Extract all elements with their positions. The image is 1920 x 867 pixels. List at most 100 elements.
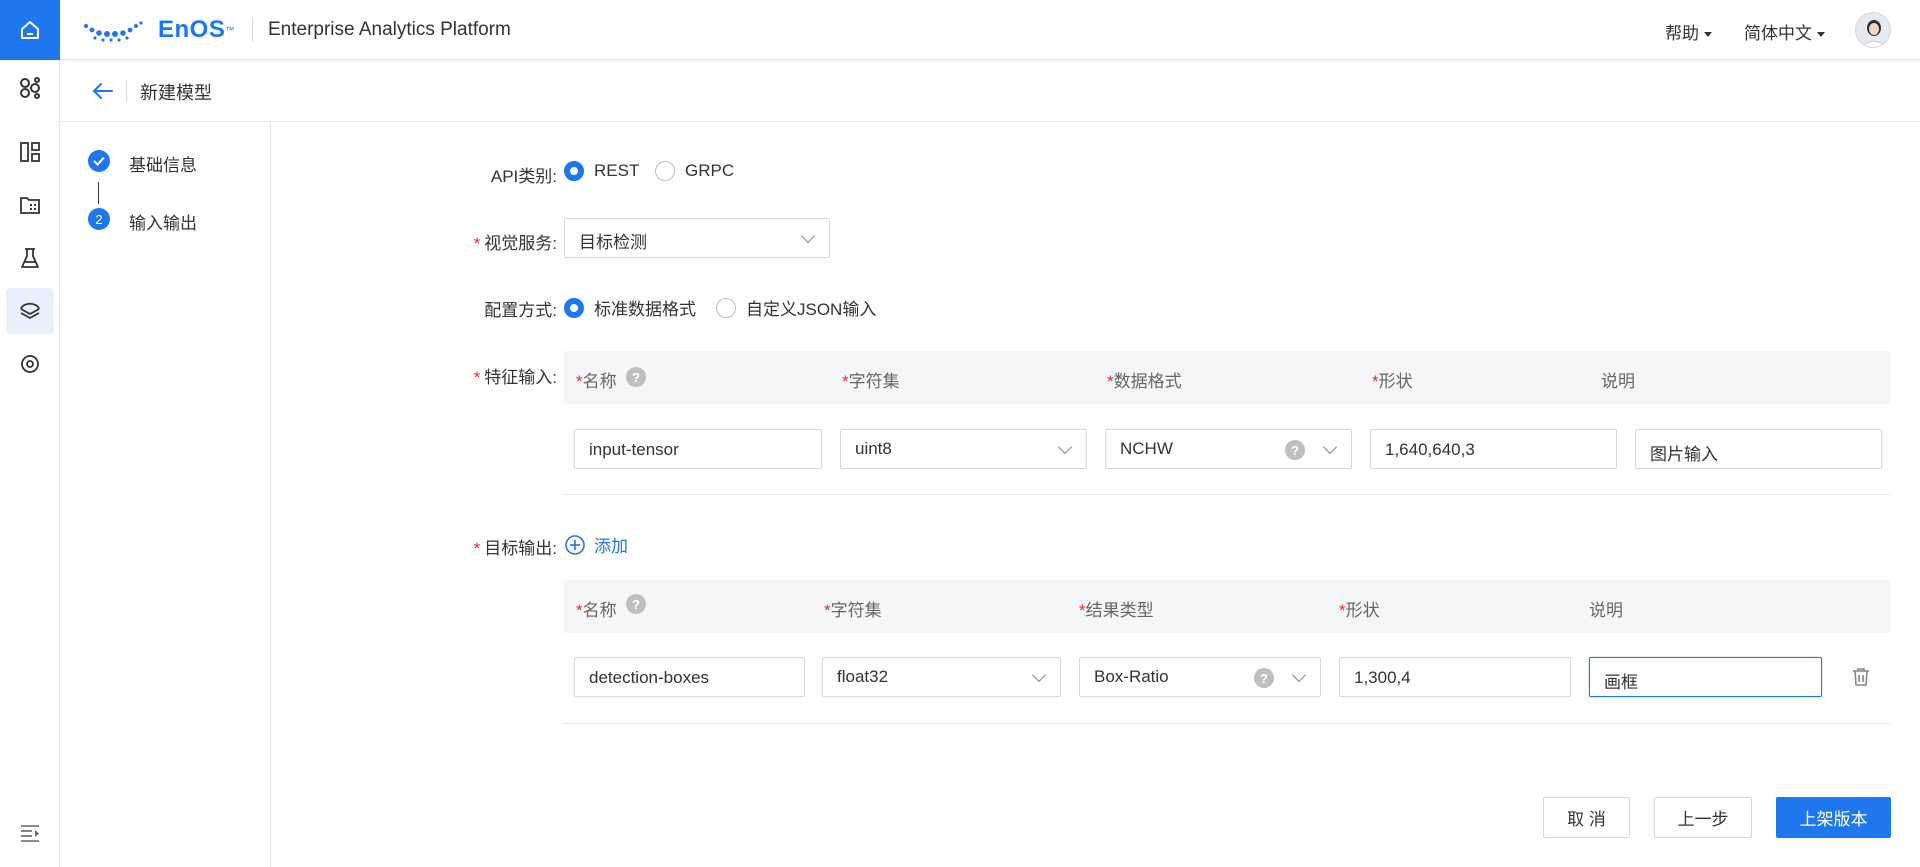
chevron-down-icon [1291,667,1307,683]
check-icon [93,156,105,166]
sidebar-item-dashboard[interactable] [6,129,54,175]
required-mark: * [1107,372,1114,391]
app-root: EnOS ™ Enterprise Analytics Platform 帮助 简… [0,0,1920,867]
trash-icon [1853,668,1869,686]
column-header-result-type: *结果类型 [1079,596,1154,621]
caret-down-icon [1817,32,1825,38]
column-header-charset: *字符集 [824,596,882,621]
left-sidebar [0,60,60,867]
required-mark: * [1372,372,1379,391]
column-header-description: 说明 [1601,372,1635,391]
config-mode-standard-radio[interactable]: 标准数据格式 [564,295,696,320]
feature-input-description-field[interactable]: 图片输入 [1635,429,1882,469]
required-mark: * [576,372,583,391]
radio-checked-icon [564,161,584,181]
column-header-charset-text: 字符集 [848,372,900,391]
api-type-rest-radio[interactable]: REST [564,161,639,181]
column-header-name: *名称 [576,596,617,621]
column-header-charset-text: 字符集 [830,601,882,620]
add-output-button[interactable]: 添加 [564,532,628,557]
question-help-icon[interactable]: ? [626,367,646,387]
column-header-name: *名称 [576,367,617,392]
sidebar-item-lab[interactable] [6,235,54,281]
top-header: EnOS ™ Enterprise Analytics Platform 帮助 简… [0,0,1920,60]
feature-input-shape-field[interactable]: 1,640,640,3 [1370,429,1617,469]
steps-panel: 基础信息 2 输入输出 [60,122,271,867]
feature-input-label-text: 特征输入: [484,368,557,387]
chevron-down-icon [1322,439,1338,455]
step-1-label[interactable]: 基础信息 [129,151,197,176]
language-menu[interactable]: 简体中文 [1744,19,1825,44]
feature-input-format-select[interactable]: NCHW ? [1105,429,1352,469]
vision-service-label-text: 视觉服务: [484,234,557,253]
required-mark: * [473,539,481,558]
target-output-name-field[interactable]: detection-boxes [574,657,805,697]
sidebar-item-model-hub[interactable] [6,65,54,111]
required-mark: * [1339,601,1346,620]
sidebar-collapse-button[interactable] [6,810,54,856]
back-button[interactable] [90,78,116,104]
caret-down-icon [1704,32,1712,38]
page-title: 新建模型 [140,83,212,103]
table-row-divider [564,723,1891,724]
step-2-label: 输入输出 [129,214,197,233]
target-output-table-header: *名称 ? *字符集 *结果类型 *形状 说明 [564,580,1891,633]
step-connector [98,182,99,204]
column-header-shape: *形状 [1372,367,1413,392]
home-icon [21,21,39,39]
user-avatar[interactable] [1855,12,1891,48]
vision-service-value: 目标检测 [579,233,647,252]
cancel-button[interactable]: 取 消 [1543,797,1630,838]
collapse-menu-icon [21,825,39,842]
api-type-label: API类别: [490,167,557,186]
feature-input-name-field[interactable]: input-tensor [574,429,822,469]
question-help-icon[interactable]: ? [1285,440,1305,460]
publish-version-button[interactable]: 上架版本 [1776,797,1891,838]
help-menu[interactable]: 帮助 [1665,19,1712,44]
sidebar-item-data[interactable] [6,182,54,228]
vision-service-label: * 视觉服务: [377,229,557,254]
arrow-left-icon [93,83,113,99]
api-type-grpc-radio[interactable]: GRPC [655,161,734,181]
target-output-result-type-value: Box-Ratio [1094,667,1169,686]
step-1-done-badge [88,150,110,172]
question-help-icon[interactable]: ? [626,594,646,614]
target-output-charset-value: float32 [837,667,889,686]
column-header-description: 说明 [1589,601,1623,620]
user-avatar-icon [1862,20,1886,47]
required-mark: * [842,372,849,391]
sidebar-item-settings[interactable] [6,341,54,387]
config-mode-json-radio[interactable]: 自定义JSON输入 [716,295,876,320]
feature-input-table-header: *名称 ? *字符集 *数据格式 *形状 说明 [564,351,1891,404]
feature-input-charset-select[interactable]: uint8 [840,429,1087,469]
language-menu-label: 简体中文 [1744,24,1812,43]
molecule-icon [20,77,40,99]
radio-unchecked-icon [655,161,675,181]
enos-logo: EnOS ™ [82,15,234,45]
target-output-description-field[interactable]: 画框 [1589,657,1822,697]
sidebar-item-models[interactable] [6,288,54,334]
add-output-label: 添加 [594,537,628,556]
breadcrumb-divider [126,80,127,102]
help-menu-label: 帮助 [1665,24,1699,43]
column-header-name-text: 名称 [582,601,617,620]
brand-name: EnOS [158,16,226,43]
logo-dots-icon [84,21,143,42]
delete-row-button[interactable] [1848,664,1874,690]
flask-icon [21,248,39,268]
api-type-rest-label: REST [594,161,640,180]
required-mark: * [576,601,583,620]
radio-checked-icon [564,297,584,318]
question-help-icon[interactable]: ? [1254,668,1274,688]
target-output-charset-select[interactable]: float32 [822,657,1061,697]
previous-step-button[interactable]: 上一步 [1654,797,1752,838]
target-output-shape-field[interactable]: 1,300,4 [1339,657,1571,697]
config-mode-standard-label: 标准数据格式 [594,300,696,319]
column-header-shape: *形状 [1339,596,1380,621]
vision-service-select[interactable]: 目标检测 [564,218,830,258]
required-mark: * [473,234,481,253]
home-button[interactable] [0,0,60,60]
target-output-result-type-select[interactable]: Box-Ratio ? [1079,657,1321,697]
model-deploy-icon [20,302,40,319]
required-mark: * [473,368,481,387]
